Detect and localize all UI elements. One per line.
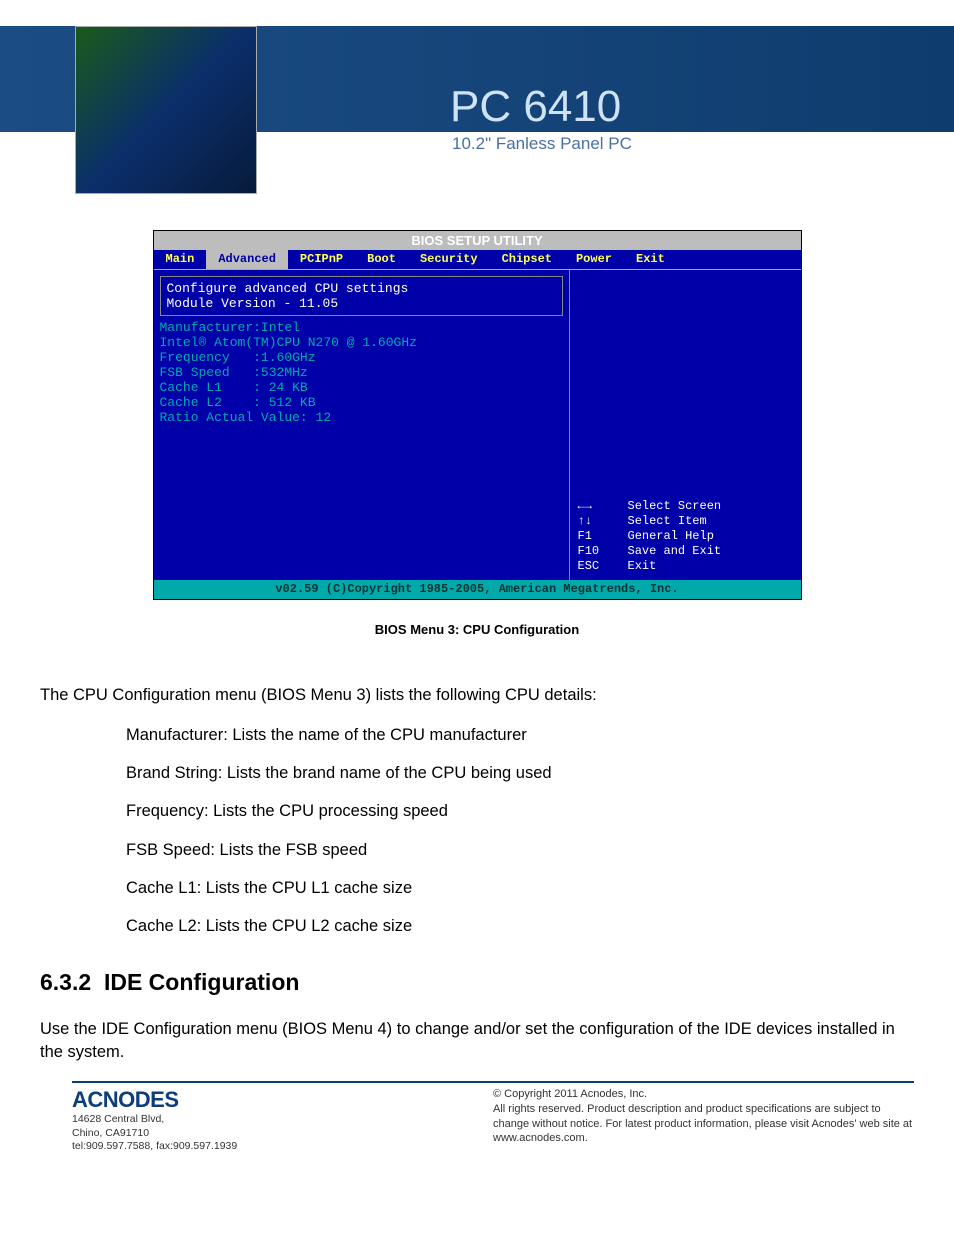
bios-tab-security: Security	[408, 250, 490, 269]
footer-address: 14628 Central Blvd, Chino, CA91710 tel:9…	[72, 1113, 493, 1154]
page-subtitle: 10.2" Fanless Panel PC	[452, 134, 632, 154]
section-heading: 6.3.2 IDE Configuration	[40, 967, 914, 998]
bios-left-panel: Configure advanced CPU settings Module V…	[154, 270, 570, 580]
help-text: Select Item	[628, 514, 707, 529]
addr-line: Chino, CA91710	[72, 1127, 493, 1141]
bios-tab-power: Power	[564, 250, 624, 269]
footer-divider	[72, 1081, 914, 1083]
bios-line: Module Version - 11.05	[167, 296, 556, 311]
intro-paragraph: The CPU Configuration menu (BIOS Menu 3)…	[40, 684, 914, 706]
bios-screenshot: BIOS SETUP UTILITY Main Advanced PCIPnP …	[153, 230, 802, 637]
bios-right-panel: ←→Select Screen ↑↓Select Item F1General …	[570, 270, 801, 580]
key-f1: F1	[578, 529, 628, 544]
bios-tab-boot: Boot	[355, 250, 408, 269]
footer-left: ACNODES 14628 Central Blvd, Chino, CA917…	[72, 1087, 493, 1154]
key-arrows-lr: ←→	[578, 499, 628, 514]
page-header: PC 6410 10.2" Fanless Panel PC	[0, 0, 954, 190]
list-item: Frequency: Lists the CPU processing spee…	[126, 800, 914, 822]
key-arrows-ud: ↑↓	[578, 514, 628, 529]
list-item: Cache L2: Lists the CPU L2 cache size	[126, 915, 914, 937]
company-logo: ACNODES	[72, 1087, 493, 1113]
bios-tab-exit: Exit	[624, 250, 677, 269]
bios-tab-advanced: Advanced	[206, 250, 288, 269]
bios-settings-block: Configure advanced CPU settings Module V…	[160, 276, 563, 316]
detail-list: Manufacturer: Lists the name of the CPU …	[40, 724, 914, 938]
bios-help-keys: ←→Select Screen ↑↓Select Item F1General …	[578, 499, 793, 574]
bios-line: Cache L1 : 24 KB	[160, 380, 563, 395]
bios-line: FSB Speed :532MHz	[160, 365, 563, 380]
list-item: Brand String: Lists the brand name of th…	[126, 762, 914, 784]
list-item: FSB Speed: Lists the FSB speed	[126, 839, 914, 861]
key-esc: ESC	[578, 559, 628, 574]
bios-line: Manufacturer:Intel	[160, 320, 563, 335]
section-title: IDE Configuration	[104, 969, 299, 995]
help-text: Exit	[628, 559, 657, 574]
bios-line: Frequency :1.60GHz	[160, 350, 563, 365]
header-product-image	[75, 26, 257, 194]
bios-title: BIOS SETUP UTILITY	[154, 231, 801, 250]
addr-line: 14628 Central Blvd,	[72, 1113, 493, 1127]
bios-line: Intel® Atom(TM)CPU N270 @ 1.60GHz	[160, 335, 563, 350]
bios-tab-pcipnp: PCIPnP	[288, 250, 355, 269]
bios-line: Ratio Actual Value: 12	[160, 410, 563, 425]
section-number: 6.3.2	[40, 969, 91, 995]
copyright-line: © Copyright 2011 Acnodes, Inc.	[493, 1087, 914, 1102]
bios-tab-chipset: Chipset	[490, 250, 564, 269]
bios-caption: BIOS Menu 3: CPU Configuration	[153, 622, 802, 637]
copyright-text: All rights reserved. Product description…	[493, 1102, 914, 1147]
bios-line: Configure advanced CPU settings	[167, 281, 556, 296]
help-text: Save and Exit	[628, 544, 722, 559]
page-content: The CPU Configuration menu (BIOS Menu 3)…	[0, 637, 954, 1063]
list-item: Manufacturer: Lists the name of the CPU …	[126, 724, 914, 746]
page-title: PC 6410	[450, 82, 621, 132]
bios-line: Cache L2 : 512 KB	[160, 395, 563, 410]
addr-line: tel:909.597.7588, fax:909.597.1939	[72, 1140, 493, 1154]
help-text: Select Screen	[628, 499, 722, 514]
section-body: Use the IDE Configuration menu (BIOS Men…	[40, 1018, 914, 1063]
bios-footer: v02.59 (C)Copyright 1985-2005, American …	[154, 580, 801, 599]
bios-tabs: Main Advanced PCIPnP Boot Security Chips…	[154, 250, 801, 269]
list-item: Cache L1: Lists the CPU L1 cache size	[126, 877, 914, 899]
key-f10: F10	[578, 544, 628, 559]
page-footer: ACNODES 14628 Central Blvd, Chino, CA917…	[0, 1087, 954, 1184]
bios-tab-main: Main	[154, 250, 207, 269]
help-text: General Help	[628, 529, 714, 544]
footer-right: © Copyright 2011 Acnodes, Inc. All right…	[493, 1087, 914, 1154]
